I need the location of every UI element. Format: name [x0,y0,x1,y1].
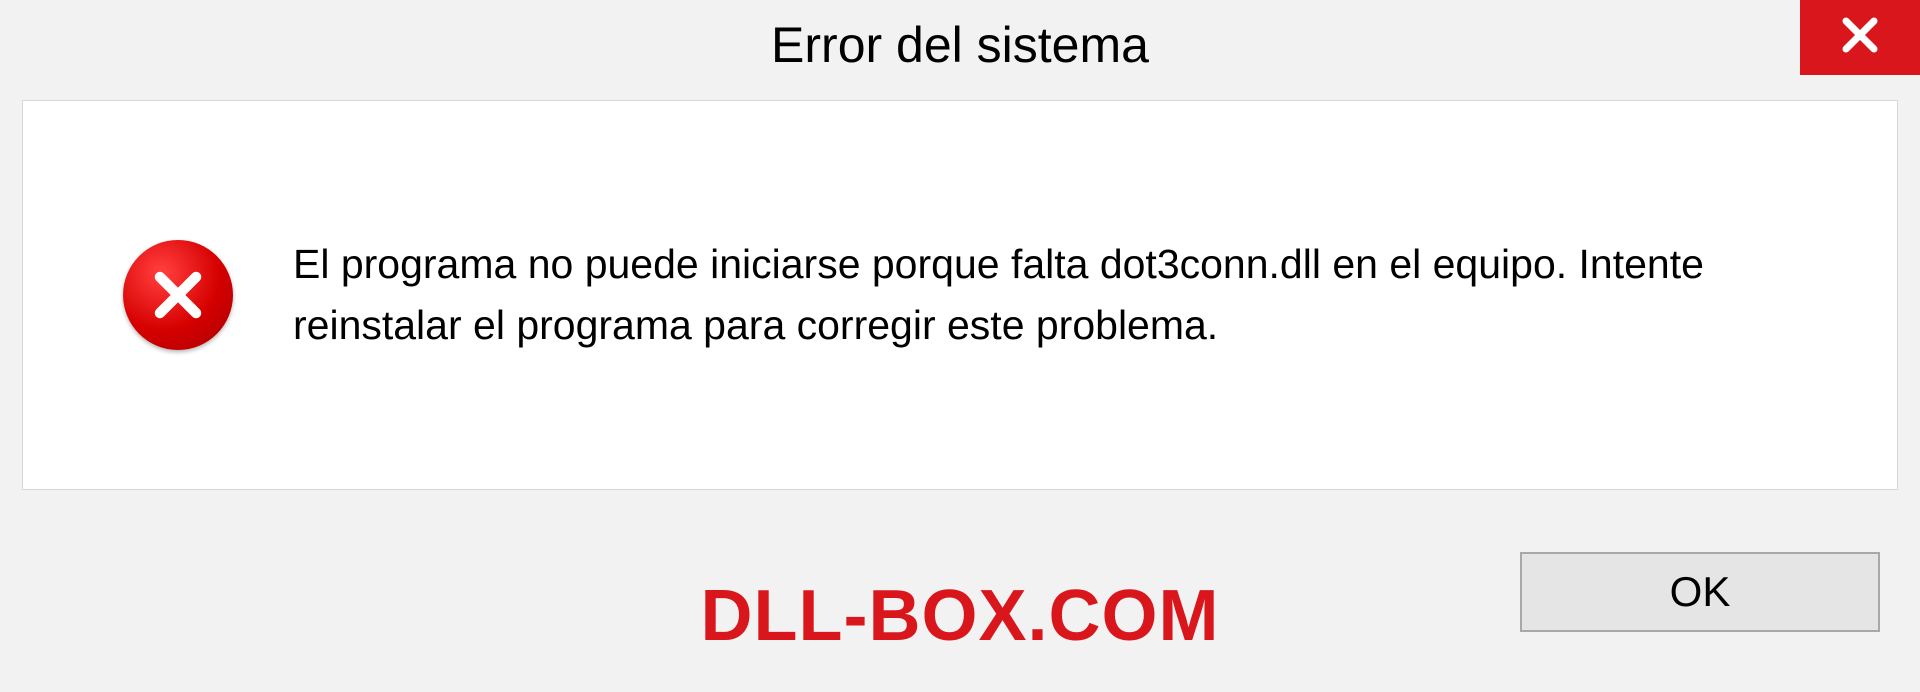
error-message: El programa no puede iniciarse porque fa… [293,234,1817,357]
footer: DLL-BOX.COM OK [0,512,1920,692]
error-icon [123,240,233,350]
close-button[interactable] [1800,0,1920,75]
ok-button[interactable]: OK [1520,552,1880,632]
dialog-title: Error del sistema [771,16,1149,74]
titlebar: Error del sistema [0,0,1920,90]
watermark-text: DLL-BOX.COM [701,575,1220,657]
content-panel: El programa no puede iniciarse porque fa… [22,100,1898,490]
close-icon [1836,11,1884,64]
